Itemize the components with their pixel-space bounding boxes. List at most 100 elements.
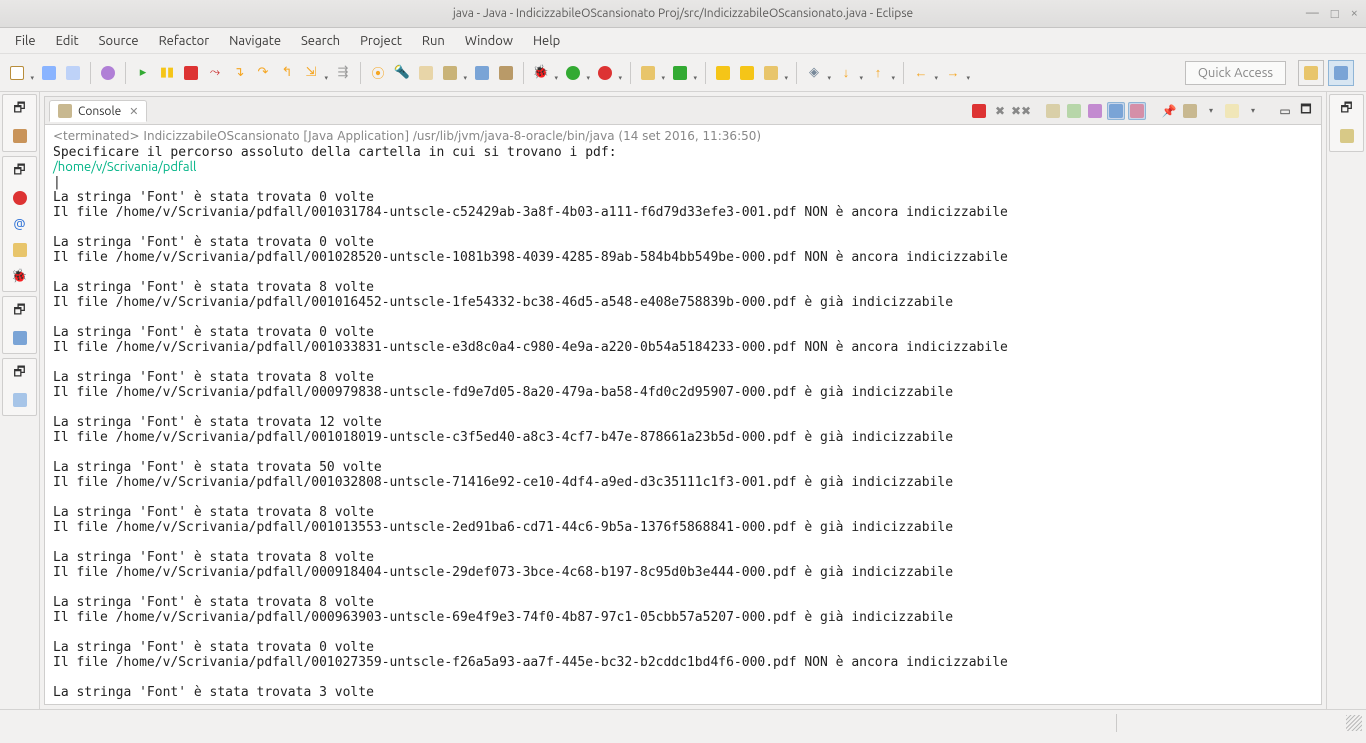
remove-launch-icon[interactable]: ✖ — [991, 102, 1009, 120]
separator — [360, 62, 361, 84]
console-toolbar: ✖ ✖✖ 📌 ▾ ▾ ▭ 🗖 — [970, 102, 1321, 120]
open-folder-button[interactable] — [736, 62, 758, 84]
main-toolbar: ▸ ▮▮ ⤳ ↴ ↷ ↰ ⇲ ⇶ ⦿ 🔦 🐞 ◈ ↓ ↑ ← → Quick A… — [0, 54, 1366, 92]
save-button[interactable] — [38, 62, 60, 84]
task-list-icon[interactable] — [1330, 123, 1363, 149]
annotation-button[interactable] — [439, 62, 461, 84]
toggle-mark-button[interactable] — [415, 62, 437, 84]
minimize-button[interactable]: — — [1306, 6, 1319, 21]
declaration-view-icon[interactable] — [3, 237, 36, 263]
coverage-button[interactable] — [594, 62, 616, 84]
open-console-dropdown[interactable]: ▾ — [1244, 102, 1262, 120]
search-button[interactable]: 🔦 — [391, 62, 413, 84]
maximize-button[interactable]: □ — [1331, 6, 1339, 21]
forward-button[interactable]: → — [942, 62, 964, 84]
pin-console-icon[interactable]: 📌 — [1160, 102, 1178, 120]
tab-console[interactable]: Console ✕ — [49, 100, 147, 122]
close-button[interactable]: × — [1351, 6, 1358, 21]
save-all-button[interactable] — [62, 62, 84, 84]
console-terminated-label: <terminated> IndicizzabileOScansionato [… — [45, 125, 1321, 145]
resume-button[interactable]: ▸ — [132, 62, 154, 84]
menu-search[interactable]: Search — [292, 31, 349, 51]
outline-view-icon[interactable] — [3, 325, 36, 351]
menu-window[interactable]: Window — [456, 31, 522, 51]
display-console-icon[interactable] — [1181, 102, 1199, 120]
new-class-button[interactable] — [712, 62, 734, 84]
prev-annotation-button[interactable]: ↑ — [867, 62, 889, 84]
status-separator — [1116, 714, 1117, 732]
perspective-switcher — [1298, 60, 1354, 86]
terminate-icon[interactable] — [970, 102, 988, 120]
window-title: java - Java - IndicizzabileOScansionato … — [0, 7, 1366, 20]
suspend-button[interactable]: ▮▮ — [156, 62, 178, 84]
step-over-button[interactable]: ↷ — [252, 62, 274, 84]
separator — [90, 62, 91, 84]
menu-file[interactable]: File — [6, 31, 45, 51]
debug-view-icon[interactable]: 🐞 — [3, 263, 36, 289]
menu-source[interactable]: Source — [90, 31, 148, 51]
tab-row: Console ✕ ✖ ✖✖ 📌 ▾ ▾ ▭ — [45, 97, 1321, 125]
clear-console-icon[interactable] — [1044, 102, 1062, 120]
tab-close-button[interactable]: ✕ — [129, 105, 138, 118]
step-into-button[interactable]: ↴ — [228, 62, 250, 84]
quick-access-input[interactable]: Quick Access — [1185, 61, 1286, 85]
console-output[interactable]: Specificare il percorso assoluto della c… — [45, 145, 1321, 704]
right-dock: 🗗 — [1326, 92, 1366, 709]
separator — [705, 62, 706, 84]
new-java-project-button[interactable] — [637, 62, 659, 84]
restore-view-button[interactable]: 🗗 — [3, 299, 36, 325]
word-wrap-icon[interactable] — [1086, 102, 1104, 120]
menu-refactor[interactable]: Refactor — [150, 31, 219, 51]
package-explorer-icon[interactable] — [3, 123, 36, 149]
open-perspective-button[interactable] — [1298, 60, 1324, 86]
terminate-button[interactable] — [180, 62, 202, 84]
new-package-button[interactable] — [669, 62, 691, 84]
back-button[interactable]: ← — [910, 62, 932, 84]
menu-edit[interactable]: Edit — [47, 31, 88, 51]
navigate-button[interactable]: ◈ — [803, 62, 825, 84]
menu-run[interactable]: Run — [413, 31, 454, 51]
skip-breakpoints-button[interactable] — [97, 62, 119, 84]
step-return-button[interactable]: ↰ — [276, 62, 298, 84]
restore-view-button[interactable]: 🗗 — [3, 361, 36, 387]
work-area: 🗗 🗗 @ 🐞 🗗 🗗 Console ✕ — [0, 92, 1366, 709]
restore-view-button[interactable]: 🗗 — [3, 159, 36, 185]
resize-grip[interactable] — [1346, 715, 1362, 731]
menu-navigate[interactable]: Navigate — [220, 31, 290, 51]
separator — [523, 62, 524, 84]
editor-area: Console ✕ ✖ ✖✖ 📌 ▾ ▾ ▭ — [44, 96, 1322, 705]
tab-label: Console — [78, 105, 121, 118]
task-button[interactable] — [471, 62, 493, 84]
console-icon — [58, 104, 72, 118]
run-button[interactable] — [562, 62, 584, 84]
java-perspective-button[interactable] — [1328, 60, 1354, 86]
minimize-view-icon[interactable]: ▭ — [1276, 102, 1294, 120]
problems-view-icon[interactable] — [3, 185, 36, 211]
separator — [903, 62, 904, 84]
hierarchy-view-icon[interactable] — [3, 387, 36, 413]
next-annotation-button[interactable]: ↓ — [835, 62, 857, 84]
show-console-on-out-icon[interactable] — [1107, 102, 1125, 120]
new-source-button[interactable] — [760, 62, 782, 84]
window-controls: — □ × — [1306, 6, 1358, 21]
open-type-button[interactable]: ⦿ — [367, 62, 389, 84]
use-step-filters-button[interactable]: ⇶ — [332, 62, 354, 84]
new-button[interactable] — [6, 62, 28, 84]
build-button[interactable] — [495, 62, 517, 84]
restore-view-button[interactable]: 🗗 — [1330, 97, 1363, 123]
show-console-on-err-icon[interactable] — [1128, 102, 1146, 120]
javadoc-view-icon[interactable]: @ — [3, 211, 36, 237]
remove-all-launches-icon[interactable]: ✖✖ — [1012, 102, 1030, 120]
open-console-icon[interactable] — [1223, 102, 1241, 120]
menu-project[interactable]: Project — [351, 31, 411, 51]
disconnect-button[interactable]: ⤳ — [204, 62, 226, 84]
left-dock: 🗗 🗗 @ 🐞 🗗 🗗 — [0, 92, 40, 709]
maximize-view-icon[interactable]: 🗖 — [1297, 102, 1315, 120]
debug-button[interactable]: 🐞 — [530, 62, 552, 84]
menu-help[interactable]: Help — [524, 31, 569, 51]
display-console-dropdown[interactable]: ▾ — [1202, 102, 1220, 120]
drop-to-frame-button[interactable]: ⇲ — [300, 62, 322, 84]
separator — [125, 62, 126, 84]
restore-view-button[interactable]: 🗗 — [3, 97, 36, 123]
scroll-lock-icon[interactable] — [1065, 102, 1083, 120]
